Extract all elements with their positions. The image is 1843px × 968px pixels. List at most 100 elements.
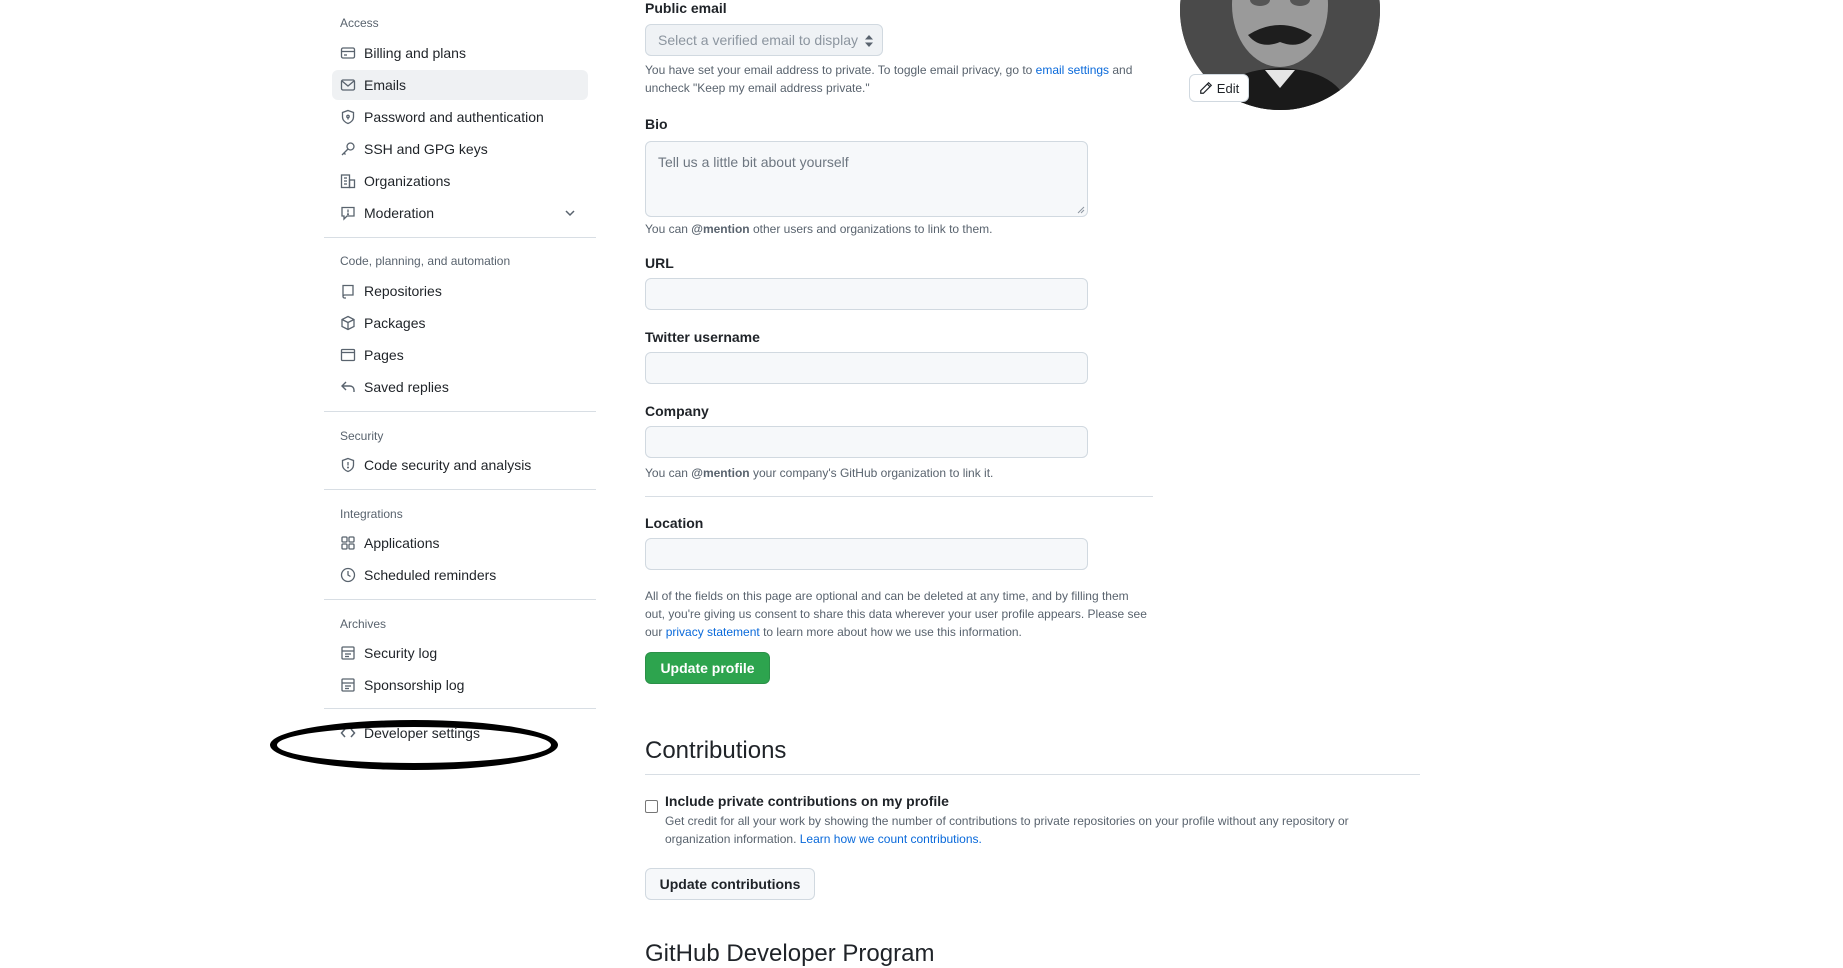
disclaimer-line: All of the fields on this page are optio… <box>645 589 1129 603</box>
select-value: Select a verified email to display <box>658 32 858 48</box>
package-icon <box>341 315 355 331</box>
sidebar-divider <box>324 599 596 600</box>
company-help: You can @mention your company's GitHub o… <box>645 464 993 482</box>
email-settings-link[interactable]: email settings <box>1036 63 1109 77</box>
bio-help: You can @mention other users and organiz… <box>645 220 992 238</box>
section-divider <box>645 774 1420 775</box>
privacy-statement-link[interactable]: privacy statement <box>666 625 760 639</box>
sidebar-item-label: Moderation <box>364 205 435 221</box>
log-icon <box>341 646 355 660</box>
sidebar-item-moderation[interactable]: Moderation <box>332 198 588 228</box>
sidebar-item-label: Scheduled reminders <box>364 567 497 583</box>
sidebar-item-emails[interactable]: Emails <box>332 70 588 100</box>
help-text: organization information. <box>665 832 800 846</box>
disclaimer-line: out, you're giving us consent to share t… <box>645 607 1147 621</box>
disclaimer-line: to learn more about how we use this info… <box>759 625 1022 639</box>
section-heading-code: Code, planning, and automation <box>340 254 511 268</box>
location-input[interactable] <box>645 538 1088 570</box>
bio-textarea[interactable]: Tell us a little bit about yourself <box>645 141 1088 217</box>
help-text: You can <box>645 466 692 480</box>
resize-grip-icon[interactable] <box>1077 206 1085 214</box>
sidebar-item-label: Security log <box>364 645 438 661</box>
sidebar-item-label: Applications <box>364 535 440 551</box>
sidebar-item-applications[interactable]: Applications <box>332 528 588 558</box>
disclaimer-line: our <box>645 625 666 639</box>
section-heading-security: Security <box>340 429 384 443</box>
help-text: Get credit for all your work by showing … <box>665 814 1349 828</box>
help-text: You have set your email address to priva… <box>645 63 1036 77</box>
learn-contributions-link[interactable]: Learn how we count contributions. <box>800 832 982 846</box>
sidebar-item-organizations[interactable]: Organizations <box>332 166 588 196</box>
update-profile-button[interactable]: Update profile <box>645 652 770 684</box>
help-bold: @mention <box>691 222 750 236</box>
public-email-label: Public email <box>645 0 727 16</box>
public-email-select[interactable]: Select a verified email to display <box>645 24 883 56</box>
report-icon <box>341 206 355 221</box>
url-input[interactable] <box>645 278 1088 310</box>
sidebar-item-label: Saved replies <box>364 379 449 395</box>
organization-icon <box>340 174 356 189</box>
form-divider <box>645 496 1153 497</box>
sidebar-item-label: Code security and analysis <box>364 457 532 473</box>
twitter-input[interactable] <box>645 352 1088 384</box>
mail-icon <box>340 79 356 91</box>
private-contributions-checkbox[interactable] <box>645 800 658 813</box>
sidebar-item-code-security[interactable]: Code security and analysis <box>332 450 588 480</box>
company-label: Company <box>645 403 709 419</box>
help-bold: @mention <box>691 466 750 480</box>
private-contributions-label[interactable]: Include private contributions on my prof… <box>665 793 949 809</box>
sidebar-divider <box>324 237 596 238</box>
location-label: Location <box>645 515 704 531</box>
sidebar-item-label: Emails <box>364 77 407 93</box>
sidebar-item-label: Password and authentication <box>364 109 544 125</box>
edit-label: Edit <box>1216 80 1240 96</box>
apps-icon <box>341 536 355 550</box>
reply-icon <box>341 381 355 392</box>
credit-card-icon <box>340 47 356 59</box>
sidebar-item-label: Sponsorship log <box>364 677 465 693</box>
section-heading-archives: Archives <box>340 617 387 631</box>
clock-icon <box>340 567 356 583</box>
sidebar-item-pages[interactable]: Pages <box>332 340 588 370</box>
twitter-label: Twitter username <box>645 329 760 345</box>
developer-program-heading: GitHub Developer Program <box>645 940 935 967</box>
help-text: your company's GitHub organization to li… <box>749 466 994 480</box>
help-text: You can <box>645 222 692 236</box>
shield-lock-icon <box>341 109 355 125</box>
sidebar-divider <box>324 489 596 490</box>
sidebar-item-developer-settings[interactable]: Developer settings <box>332 718 588 748</box>
sidebar-divider <box>324 411 596 412</box>
repo-icon <box>342 284 354 299</box>
company-input[interactable] <box>645 426 1088 458</box>
key-icon <box>341 142 355 156</box>
help-text: uncheck "Keep my email address private." <box>645 81 870 95</box>
contributions-help: Get credit for all your work by showing … <box>665 812 1425 848</box>
disclaimer-text: All of the fields on this page are optio… <box>645 587 1165 641</box>
pencil-icon <box>1199 81 1212 94</box>
sidebar-item-label: Pages <box>364 347 404 363</box>
update-contributions-button[interactable]: Update contributions <box>645 868 815 900</box>
browser-icon <box>340 348 356 362</box>
sidebar-item-billing[interactable]: Billing and plans <box>332 38 588 68</box>
chevron-down-icon[interactable] <box>562 205 578 221</box>
sidebar-item-label: Packages <box>364 315 426 331</box>
sidebar-item-label: Developer settings <box>364 725 480 741</box>
sidebar-item-sponsorship-log[interactable]: Sponsorship log <box>332 670 588 700</box>
edit-avatar-button[interactable]: Edit <box>1189 74 1249 102</box>
code-icon <box>340 728 356 738</box>
sidebar-item-ssh-gpg[interactable]: SSH and GPG keys <box>332 134 588 164</box>
shield-icon <box>341 457 355 473</box>
section-heading-integrations: Integrations <box>340 507 403 521</box>
select-caret-icon <box>865 35 873 47</box>
sidebar-item-saved-replies[interactable]: Saved replies <box>332 372 588 402</box>
contributions-heading: Contributions <box>645 737 787 764</box>
sidebar-item-repositories[interactable]: Repositories <box>332 276 588 306</box>
sidebar-item-security-log[interactable]: Security log <box>332 638 588 668</box>
log-icon <box>341 678 355 692</box>
public-email-help: You have set your email address to priva… <box>645 61 1165 97</box>
sidebar-item-label: Repositories <box>364 283 442 299</box>
sidebar-item-scheduled-reminders[interactable]: Scheduled reminders <box>332 560 588 590</box>
sidebar-item-packages[interactable]: Packages <box>332 308 588 338</box>
bio-placeholder: Tell us a little bit about yourself <box>658 154 849 170</box>
sidebar-item-password[interactable]: Password and authentication <box>332 102 588 132</box>
